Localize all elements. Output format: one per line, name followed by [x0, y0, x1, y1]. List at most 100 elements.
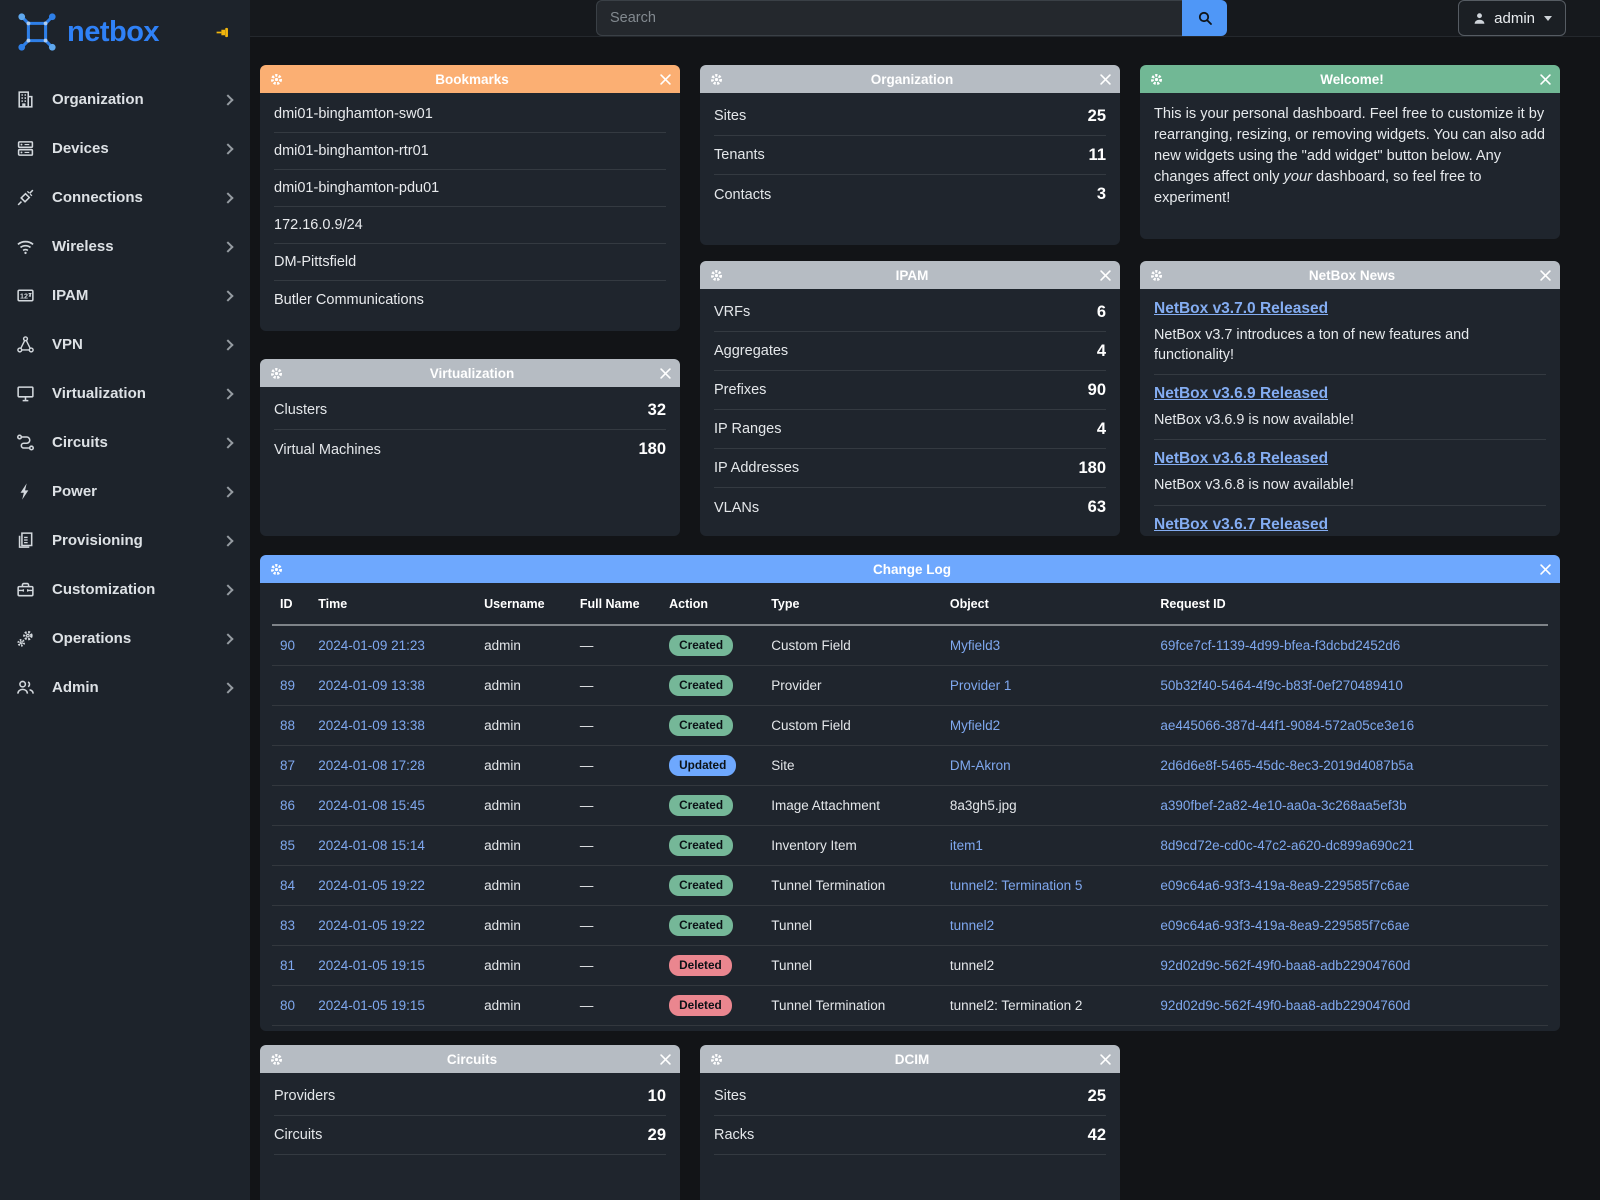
bookmark-item[interactable]: 172.16.0.9/24 [274, 207, 666, 244]
sidebar-item-organization[interactable]: Organization [0, 75, 250, 124]
change-id-link[interactable]: 86 [280, 798, 295, 813]
bookmark-item[interactable]: DM-Pittsfield [274, 244, 666, 281]
sidebar-item-wireless[interactable]: Wireless [0, 222, 250, 271]
stat-row[interactable]: Clusters32 [274, 391, 666, 430]
sidebar-item-connections[interactable]: Connections [0, 173, 250, 222]
change-time-link[interactable]: 2024-01-08 15:45 [318, 798, 425, 813]
change-time-link[interactable]: 2024-01-05 19:15 [318, 998, 425, 1013]
change-id-link[interactable]: 84 [280, 878, 295, 893]
change-object[interactable]: Provider 1 [950, 678, 1012, 693]
change-time-link[interactable]: 2024-01-09 21:23 [318, 638, 425, 653]
sidebar-item-virtualization[interactable]: Virtualization [0, 369, 250, 418]
stat-row[interactable]: Virtual Machines180 [274, 430, 666, 469]
bookmark-item[interactable]: dmi01-binghamton-sw01 [274, 96, 666, 133]
widget-config-button[interactable] [269, 562, 284, 577]
request-id-link[interactable]: a390fbef-2a82-4e10-aa0a-3c268aa5ef3b [1160, 798, 1406, 813]
change-time-link[interactable]: 2024-01-08 17:28 [318, 758, 425, 773]
widget-config-button[interactable] [269, 366, 284, 381]
stat-row[interactable]: Prefixes90 [714, 371, 1106, 410]
widget-close-button[interactable] [1540, 74, 1551, 85]
search-button[interactable] [1182, 0, 1227, 36]
request-id-link[interactable]: 69fce7cf-1139-4d99-bfea-f3dcbd2452d6 [1160, 638, 1400, 653]
change-time-link[interactable]: 2024-01-09 13:38 [318, 718, 425, 733]
stat-row[interactable]: IP Addresses180 [714, 449, 1106, 488]
change-object[interactable]: tunnel2 [950, 918, 994, 933]
stat-value: 90 [1088, 381, 1106, 400]
stat-row[interactable]: IP Ranges4 [714, 410, 1106, 449]
stat-row[interactable]: Tenants11 [714, 136, 1106, 175]
request-id-link[interactable]: e09c64a6-93f3-419a-8ea9-229585f7c6ae [1160, 878, 1409, 893]
change-time-link[interactable]: 2024-01-05 19:22 [318, 878, 425, 893]
stat-row[interactable]: Contacts3 [714, 175, 1106, 214]
change-time-link[interactable]: 2024-01-08 15:14 [318, 838, 425, 853]
request-id-link[interactable]: 92d02d9c-562f-49f0-baa8-adb22904760d [1160, 958, 1410, 973]
widget-close-button[interactable] [660, 74, 671, 85]
pin-sidebar-button[interactable] [215, 24, 232, 41]
widget-header: Change Log [260, 555, 1560, 583]
change-time-link[interactable]: 2024-01-05 19:22 [318, 918, 425, 933]
widget-config-button[interactable] [709, 72, 724, 87]
widget-close-button[interactable] [1540, 270, 1551, 281]
stat-row[interactable]: VLANs63 [714, 488, 1106, 527]
change-object[interactable]: tunnel2: Termination 5 [950, 878, 1083, 893]
sidebar-item-admin[interactable]: Admin [0, 663, 250, 712]
widget-config-button[interactable] [1149, 72, 1164, 87]
widget-config-button[interactable] [709, 1052, 724, 1067]
widget-close-button[interactable] [1100, 74, 1111, 85]
user-menu-button[interactable]: admin [1458, 0, 1566, 36]
sidebar-item-devices[interactable]: Devices [0, 124, 250, 173]
stat-row[interactable]: Providers10 [274, 1077, 666, 1116]
sidebar-item-circuits[interactable]: Circuits [0, 418, 250, 467]
widget-config-button[interactable] [709, 268, 724, 283]
widget-close-button[interactable] [660, 368, 671, 379]
change-id-link[interactable]: 88 [280, 718, 295, 733]
widget-close-button[interactable] [1100, 270, 1111, 281]
sidebar-item-ipam[interactable]: 12 IPAM [0, 271, 250, 320]
widget-close-button[interactable] [1100, 1054, 1111, 1065]
widget-config-button[interactable] [1149, 268, 1164, 283]
news-headline-link[interactable]: NetBox v3.6.8 Released [1154, 450, 1328, 468]
bookmark-item[interactable]: Butler Communications [274, 281, 666, 318]
stat-row[interactable]: Aggregates4 [714, 332, 1106, 371]
bookmark-item[interactable]: dmi01-binghamton-rtr01 [274, 133, 666, 170]
change-object[interactable]: Myfield3 [950, 638, 1000, 653]
widget-config-button[interactable] [269, 1052, 284, 1067]
widget-close-button[interactable] [660, 1054, 671, 1065]
request-id-link[interactable]: 8d9cd72e-cd0c-47c2-a620-dc899a690c21 [1160, 838, 1414, 853]
news-headline-link[interactable]: NetBox v3.7.0 Released [1154, 300, 1328, 318]
change-id-link[interactable]: 87 [280, 758, 295, 773]
stat-row[interactable]: Sites25 [714, 97, 1106, 136]
change-time-link[interactable]: 2024-01-05 19:15 [318, 958, 425, 973]
sidebar-item-operations[interactable]: Operations [0, 614, 250, 663]
change-time-link[interactable]: 2024-01-09 13:38 [318, 678, 425, 693]
request-id-link[interactable]: 50b32f40-5464-4f9c-b83f-0ef270489410 [1160, 678, 1402, 693]
news-headline-link[interactable]: NetBox v3.6.7 Released [1154, 516, 1328, 534]
sidebar-item-power[interactable]: Power [0, 467, 250, 516]
change-object[interactable]: item1 [950, 838, 983, 853]
widget-close-button[interactable] [1540, 564, 1551, 575]
sidebar-item-customization[interactable]: Customization [0, 565, 250, 614]
change-id-link[interactable]: 83 [280, 918, 295, 933]
stat-value: 32 [648, 401, 666, 420]
change-object[interactable]: Myfield2 [950, 718, 1000, 733]
request-id-link[interactable]: ae445066-387d-44f1-9084-572a05ce3e16 [1160, 718, 1414, 733]
change-id-link[interactable]: 85 [280, 838, 295, 853]
search-input[interactable] [596, 0, 1182, 36]
stat-row[interactable]: VRFs6 [714, 293, 1106, 332]
news-headline-link[interactable]: NetBox v3.6.9 Released [1154, 385, 1328, 403]
stat-row[interactable]: Racks42 [714, 1116, 1106, 1155]
stat-row[interactable]: Sites25 [714, 1077, 1106, 1116]
sidebar-item-vpn[interactable]: VPN [0, 320, 250, 369]
request-id-link[interactable]: 2d6d6e8f-5465-45dc-8ec3-2019d4087b5a [1160, 758, 1413, 773]
sidebar-item-provisioning[interactable]: Provisioning [0, 516, 250, 565]
change-id-link[interactable]: 80 [280, 998, 295, 1013]
change-id-link[interactable]: 90 [280, 638, 295, 653]
request-id-link[interactable]: 92d02d9c-562f-49f0-baa8-adb22904760d [1160, 998, 1410, 1013]
widget-config-button[interactable] [269, 72, 284, 87]
change-object[interactable]: DM-Akron [950, 758, 1011, 773]
change-id-link[interactable]: 89 [280, 678, 295, 693]
request-id-link[interactable]: e09c64a6-93f3-419a-8ea9-229585f7c6ae [1160, 918, 1409, 933]
change-id-link[interactable]: 81 [280, 958, 295, 973]
stat-row[interactable]: Circuits29 [274, 1116, 666, 1155]
bookmark-item[interactable]: dmi01-binghamton-pdu01 [274, 170, 666, 207]
